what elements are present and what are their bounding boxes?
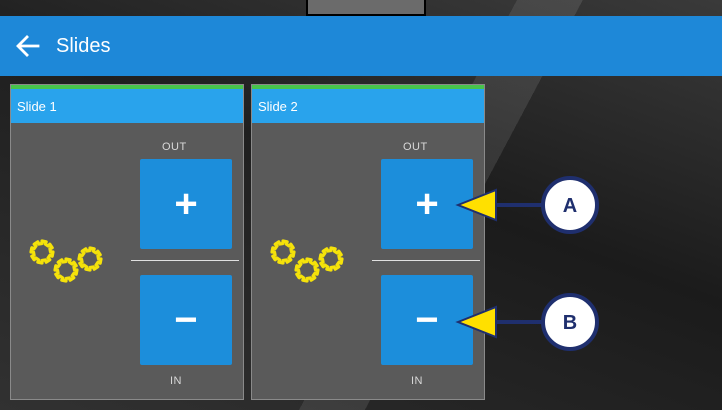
gear-shape	[29, 239, 55, 265]
slide-2-in-button[interactable]: −	[381, 275, 473, 365]
slides-screen: Slides Slide 1 OUT + − IN Slide 2 OUT + …	[0, 0, 722, 410]
minus-icon: −	[415, 297, 439, 342]
slide-card-header: Slide 2	[252, 85, 484, 123]
slide-card-header: Slide 1	[11, 85, 243, 123]
in-label: IN	[411, 375, 423, 387]
slide-2-out-button[interactable]: +	[381, 159, 473, 249]
slide-title: Slide 1	[17, 99, 57, 114]
gear-shape	[53, 257, 79, 283]
plus-icon: +	[415, 181, 439, 226]
slide-1-in-button[interactable]: −	[140, 275, 232, 365]
divider	[372, 260, 480, 261]
top-tab	[306, 0, 426, 16]
gears-icon	[29, 239, 103, 283]
in-label: IN	[170, 375, 182, 387]
divider	[131, 260, 239, 261]
gears-icon	[270, 239, 344, 283]
slide-1-out-button[interactable]: +	[140, 159, 232, 249]
callout-b-badge	[541, 293, 599, 351]
page-title: Slides	[56, 34, 111, 57]
callout-a-badge	[541, 176, 599, 234]
minus-icon: −	[174, 297, 198, 342]
callout-b-label: B	[563, 312, 577, 334]
slide-card-2: Slide 2 OUT + − IN	[251, 84, 485, 400]
plus-icon: +	[174, 181, 198, 226]
slide-card-1: Slide 1 OUT + − IN	[10, 84, 244, 400]
gear-shape	[270, 239, 296, 265]
gear-shape	[77, 246, 103, 272]
gear-shape	[294, 257, 320, 283]
arrow-left-icon[interactable]	[14, 32, 42, 60]
callout-a-label: A	[563, 195, 577, 217]
gear-shape	[318, 246, 344, 272]
out-label: OUT	[403, 141, 428, 153]
app-bar: Slides	[0, 16, 722, 76]
out-label: OUT	[162, 141, 187, 153]
slide-title: Slide 2	[258, 99, 298, 114]
